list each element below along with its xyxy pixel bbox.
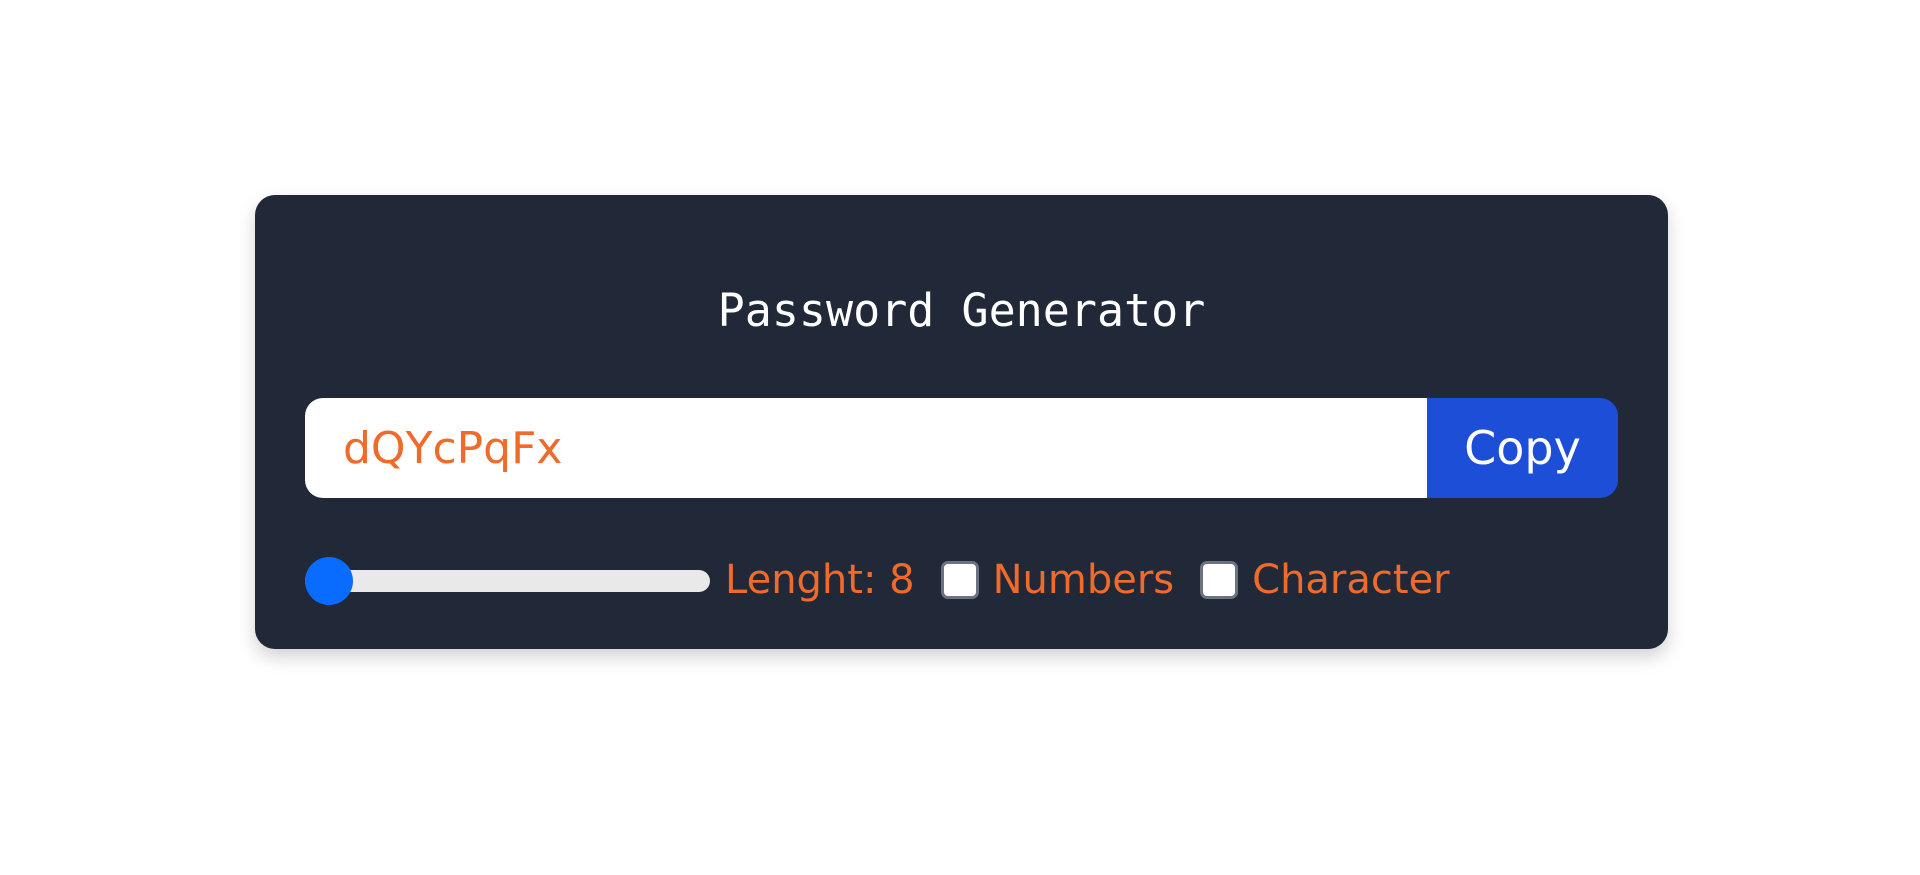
password-row: Copy: [305, 398, 1618, 498]
numbers-checkbox[interactable]: [940, 561, 979, 599]
character-checkbox[interactable]: [1200, 561, 1239, 599]
length-slider-thumb[interactable]: [305, 557, 353, 605]
length-slider[interactable]: [305, 556, 710, 605]
password-output-field[interactable]: [305, 398, 1427, 498]
length-label: Lenght: 8: [725, 557, 915, 603]
length-slider-track[interactable]: [305, 570, 710, 592]
options-row: Lenght: 8 Numbers Character: [305, 550, 1450, 610]
numbers-label[interactable]: Numbers: [993, 557, 1175, 603]
page-title: Password Generator: [717, 284, 1206, 337]
copy-button[interactable]: Copy: [1427, 398, 1618, 498]
character-label[interactable]: Character: [1252, 557, 1449, 603]
password-generator-card: Password Generator Copy Lenght: 8 Number…: [255, 195, 1668, 649]
